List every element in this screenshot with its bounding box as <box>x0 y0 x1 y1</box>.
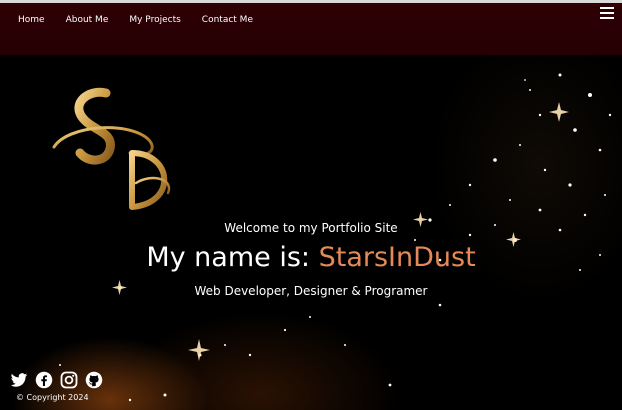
name-accent: StarsInDust <box>318 242 476 273</box>
facebook-icon[interactable] <box>35 371 53 389</box>
name-heading: My name is: StarsInDust <box>0 242 622 273</box>
nav-link-projects[interactable]: My Projects <box>129 15 180 25</box>
instagram-icon[interactable] <box>60 371 78 389</box>
navbar: Home About Me My Projects Contact Me <box>0 3 622 55</box>
sid-logo <box>52 87 171 210</box>
hero-section: Welcome to my Portfolio Site My name is:… <box>0 55 622 410</box>
hamburger-menu-icon[interactable] <box>600 7 614 19</box>
nav-link-contact[interactable]: Contact Me <box>202 15 253 25</box>
welcome-text: Welcome to my Portfolio Site <box>224 221 398 235</box>
name-prefix: My name is: <box>146 242 319 273</box>
role-subtitle: Web Developer, Designer & Programer <box>194 284 428 298</box>
twitter-icon[interactable] <box>10 371 28 389</box>
nav-link-about[interactable]: About Me <box>66 15 109 25</box>
social-links <box>10 371 103 389</box>
copyright-text: © Copyright 2024 <box>16 393 89 402</box>
github-icon[interactable] <box>85 371 103 389</box>
nav-link-home[interactable]: Home <box>18 15 45 25</box>
nav-links: Home About Me My Projects Contact Me <box>18 15 274 25</box>
